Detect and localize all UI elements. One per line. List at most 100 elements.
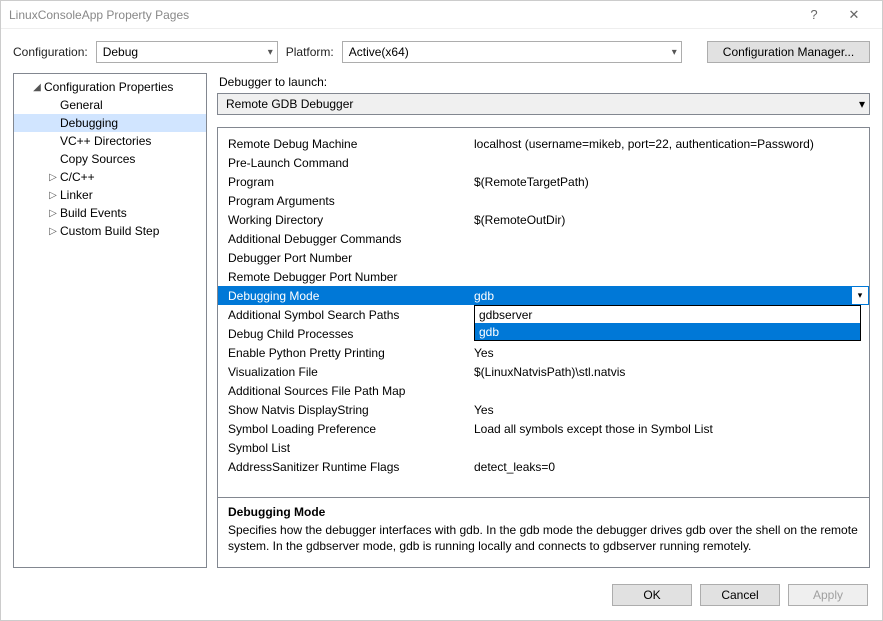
titlebar: LinuxConsoleApp Property Pages ? ✕ — [1, 1, 882, 29]
property-row[interactable]: Program$(RemoteTargetPath) — [218, 172, 869, 191]
tree-item[interactable]: General — [14, 96, 206, 114]
platform-select[interactable]: Active(x64) ▾ — [342, 41, 682, 63]
dropdown-button[interactable]: ▾ — [851, 286, 869, 305]
tree-item-label: Copy Sources — [60, 152, 135, 166]
tree-item[interactable]: ▷Build Events — [14, 204, 206, 222]
tree-item[interactable]: Debugging — [14, 114, 206, 132]
property-row[interactable]: Debugger Port Number — [218, 248, 869, 267]
property-label: AddressSanitizer Runtime Flags — [226, 460, 474, 474]
configuration-manager-button[interactable]: Configuration Manager... — [707, 41, 870, 63]
right-panel: Debugger to launch: Remote GDB Debugger … — [217, 73, 870, 568]
property-label: Remote Debugger Port Number — [226, 270, 474, 284]
property-label: Symbol List — [226, 441, 474, 455]
configuration-label: Configuration: — [13, 45, 88, 59]
expand-icon[interactable]: ▷ — [48, 190, 58, 201]
property-value: $(RemoteTargetPath) — [474, 175, 861, 189]
property-value: detect_leaks=0 — [474, 460, 861, 474]
tree-item-label: Build Events — [60, 206, 127, 220]
chevron-down-icon: ▾ — [268, 47, 273, 58]
description-text: Specifies how the debugger interfaces wi… — [228, 522, 859, 554]
configuration-select[interactable]: Debug ▾ — [96, 41, 278, 63]
property-row[interactable]: Visualization File$(LinuxNatvisPath)\stl… — [218, 362, 869, 381]
close-button[interactable]: ✕ — [834, 7, 874, 23]
apply-button[interactable]: Apply — [788, 584, 868, 606]
property-grid[interactable]: Remote Debug Machinelocalhost (username=… — [218, 128, 869, 497]
tree-root[interactable]: ◢ Configuration Properties — [14, 78, 206, 96]
property-row[interactable]: Symbol Loading PreferenceLoad all symbol… — [218, 419, 869, 438]
dialog-footer: OK Cancel Apply — [1, 574, 882, 620]
property-label: Enable Python Pretty Printing — [226, 346, 474, 360]
tree-item-label: General — [60, 98, 103, 112]
tree-item[interactable]: VC++ Directories — [14, 132, 206, 150]
property-pages-dialog: LinuxConsoleApp Property Pages ? ✕ Confi… — [0, 0, 883, 621]
tree-item-label: C/C++ — [60, 170, 95, 184]
debugger-to-launch-value: Remote GDB Debugger — [226, 97, 353, 111]
tree-item-label: Debugging — [60, 116, 118, 130]
tree-item[interactable]: ▷Linker — [14, 186, 206, 204]
tree-item[interactable]: ▷C/C++ — [14, 168, 206, 186]
dropdown-option[interactable]: gdb — [475, 323, 860, 340]
tree-item-label: VC++ Directories — [60, 134, 151, 148]
ok-button[interactable]: OK — [612, 584, 692, 606]
expand-icon[interactable]: ▷ — [48, 208, 58, 219]
property-value: gdb — [474, 289, 861, 303]
property-label: Additional Sources File Path Map — [226, 384, 474, 398]
property-row[interactable]: Show Natvis DisplayStringYes — [218, 400, 869, 419]
platform-value: Active(x64) — [349, 45, 409, 59]
property-label: Remote Debug Machine — [226, 137, 474, 151]
property-value: Yes — [474, 403, 861, 417]
property-row[interactable]: Pre-Launch Command — [218, 153, 869, 172]
property-value: Yes — [474, 346, 861, 360]
help-button[interactable]: ? — [794, 7, 834, 22]
property-grid-container: Remote Debug Machinelocalhost (username=… — [217, 127, 870, 568]
debugger-to-launch-label: Debugger to launch: — [219, 75, 870, 89]
property-row[interactable]: Symbol List — [218, 438, 869, 457]
property-row[interactable]: AddressSanitizer Runtime Flagsdetect_lea… — [218, 457, 869, 476]
property-value: localhost (username=mikeb, port=22, auth… — [474, 137, 861, 151]
property-row[interactable]: Working Directory$(RemoteOutDir) — [218, 210, 869, 229]
property-label: Visualization File — [226, 365, 474, 379]
tree-item-label: Custom Build Step — [60, 224, 159, 238]
expand-icon[interactable]: ▷ — [48, 226, 58, 237]
dialog-body: ◢ Configuration Properties General Debugg… — [1, 73, 882, 574]
description-title: Debugging Mode — [228, 504, 859, 520]
platform-label: Platform: — [286, 45, 334, 59]
collapse-icon[interactable]: ◢ — [32, 82, 42, 93]
property-value: $(LinuxNatvisPath)\stl.natvis — [474, 365, 861, 379]
property-row[interactable]: Additional Sources File Path Map — [218, 381, 869, 400]
property-value: Load all symbols except those in Symbol … — [474, 422, 861, 436]
tree-item[interactable]: Copy Sources — [14, 150, 206, 168]
property-label: Debugger Port Number — [226, 251, 474, 265]
chevron-down-icon: ▾ — [672, 47, 677, 58]
chevron-down-icon: ▾ — [859, 97, 865, 111]
property-label: Debug Child Processes — [226, 327, 474, 341]
property-row[interactable]: Debugging Modegdb▾ — [218, 286, 869, 305]
property-label: Additional Symbol Search Paths — [226, 308, 474, 322]
property-label: Additional Debugger Commands — [226, 232, 474, 246]
property-label: Symbol Loading Preference — [226, 422, 474, 436]
description-panel: Debugging Mode Specifies how the debugge… — [218, 497, 869, 567]
cancel-button[interactable]: Cancel — [700, 584, 780, 606]
property-row[interactable]: Remote Debugger Port Number — [218, 267, 869, 286]
property-label: Program — [226, 175, 474, 189]
tree-item-label: Linker — [60, 188, 93, 202]
dropdown-option[interactable]: gdbserver — [475, 306, 860, 323]
debugging-mode-dropdown[interactable]: gdbservergdb — [474, 305, 861, 341]
debugger-to-launch-select[interactable]: Remote GDB Debugger ▾ — [217, 93, 870, 115]
config-toolbar: Configuration: Debug ▾ Platform: Active(… — [1, 29, 882, 73]
property-row[interactable]: Enable Python Pretty PrintingYes — [218, 343, 869, 362]
property-label: Working Directory — [226, 213, 474, 227]
category-tree[interactable]: ◢ Configuration Properties General Debugg… — [13, 73, 207, 568]
property-row[interactable]: Additional Debugger Commands — [218, 229, 869, 248]
property-label: Debugging Mode — [226, 289, 474, 303]
property-row[interactable]: Program Arguments — [218, 191, 869, 210]
tree-root-label: Configuration Properties — [44, 80, 173, 94]
property-value: $(RemoteOutDir) — [474, 213, 861, 227]
property-label: Pre-Launch Command — [226, 156, 474, 170]
configuration-value: Debug — [103, 45, 138, 59]
property-label: Program Arguments — [226, 194, 474, 208]
window-title: LinuxConsoleApp Property Pages — [9, 8, 794, 22]
tree-item[interactable]: ▷Custom Build Step — [14, 222, 206, 240]
expand-icon[interactable]: ▷ — [48, 172, 58, 183]
property-row[interactable]: Remote Debug Machinelocalhost (username=… — [218, 134, 869, 153]
